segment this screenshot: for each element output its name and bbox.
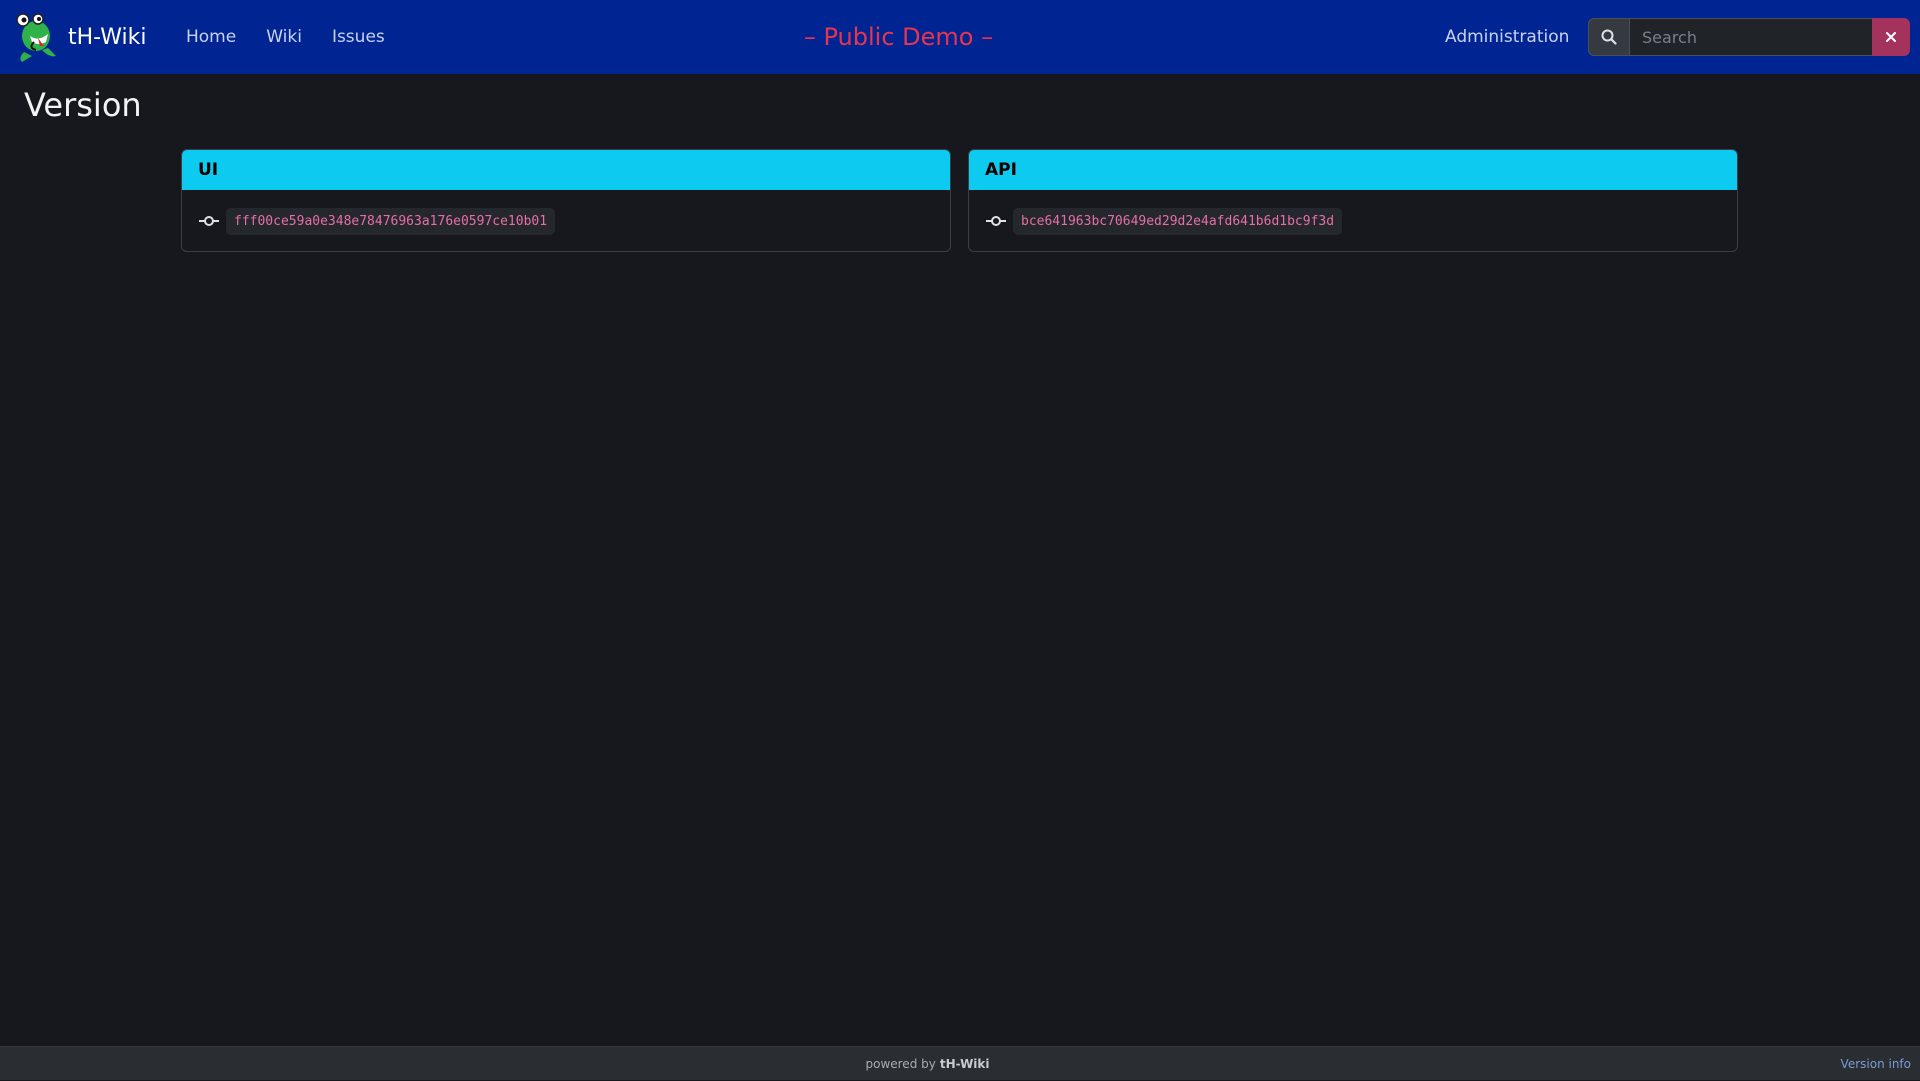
nav-link-administration[interactable]: Administration	[1445, 0, 1569, 74]
search-input[interactable]	[1630, 18, 1872, 56]
search-group	[1588, 18, 1910, 56]
version-info-link[interactable]: Version info	[1841, 1047, 1911, 1081]
nav-link-home[interactable]: Home	[186, 19, 246, 55]
search-icon	[1601, 29, 1617, 45]
close-icon	[1886, 32, 1896, 42]
clear-search-button[interactable]	[1872, 18, 1910, 56]
nav-links: Home Wiki Issues	[186, 0, 405, 74]
commit-hash-api: bce641963bc70649ed29d2e4afd641b6d1bc9f3d	[1013, 207, 1343, 235]
nav-link-issues[interactable]: Issues	[322, 19, 395, 55]
page-footer: powered by tH-Wiki Version info	[0, 1046, 1920, 1080]
git-commit-icon	[199, 216, 219, 226]
card-body-ui: fff00ce59a0e348e78476963a176e0597ce10b01	[182, 190, 950, 251]
card-body-api: bce641963bc70649ed29d2e4afd641b6d1bc9f3d	[969, 190, 1737, 251]
brand-link[interactable]: tH-Wiki	[14, 12, 146, 62]
footer-powered-text: powered by	[865, 1057, 936, 1071]
brand-name: tH-Wiki	[68, 24, 147, 50]
footer-brand[interactable]: tH-Wiki	[940, 1057, 990, 1071]
card-header-api: API	[969, 150, 1737, 190]
gecko-logo	[16, 13, 56, 62]
footer-powered-by: powered by tH-Wiki	[0, 1047, 1855, 1081]
page-title: Version	[24, 86, 142, 124]
card-header-ui: UI	[182, 150, 950, 190]
git-commit-icon	[986, 216, 1006, 226]
nav-link-wiki[interactable]: Wiki	[256, 19, 312, 55]
top-navbar: tH-Wiki Home Wiki Issues – Public Demo –…	[0, 0, 1920, 74]
search-button[interactable]	[1588, 18, 1630, 56]
api-version-card: API bce641963bc70649ed29d2e4afd641b6d1bc…	[968, 149, 1738, 252]
commit-hash-ui: fff00ce59a0e348e78476963a176e0597ce10b01	[226, 207, 556, 235]
ui-version-card: UI fff00ce59a0e348e78476963a176e0597ce10…	[181, 149, 951, 252]
